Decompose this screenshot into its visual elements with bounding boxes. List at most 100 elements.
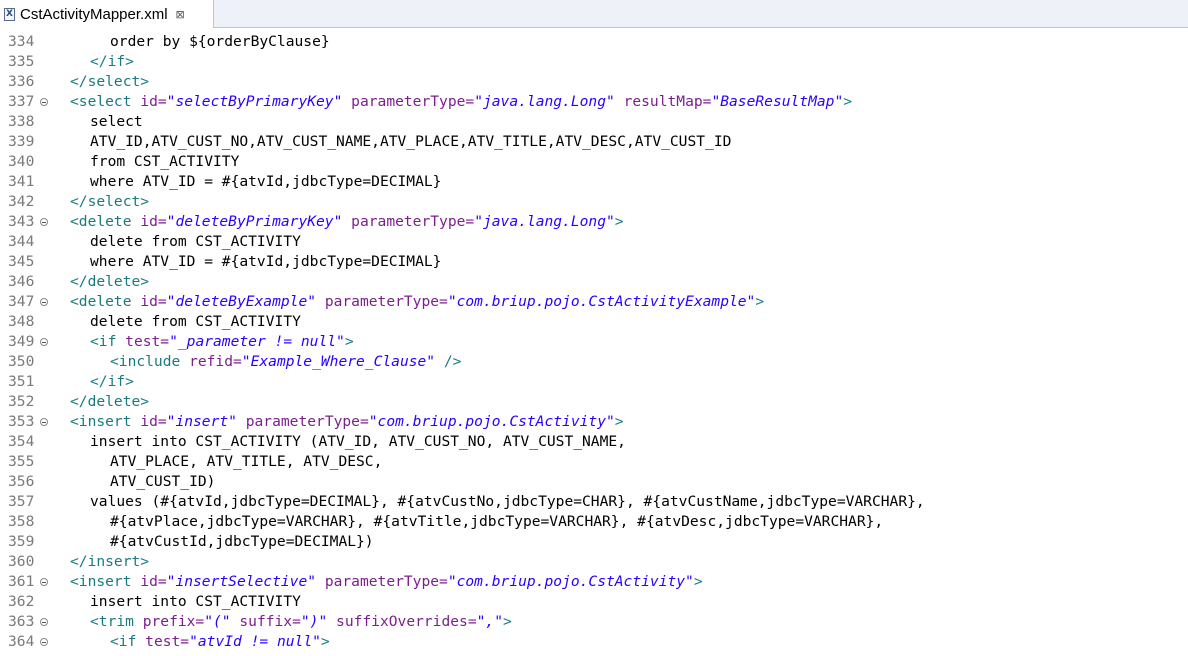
fold-toggle-icon[interactable] xyxy=(40,638,48,646)
code-line[interactable]: 351 </if> xyxy=(0,372,1188,392)
code-token: "(" xyxy=(204,613,231,630)
code-line[interactable]: 335 </if> xyxy=(0,52,1188,72)
code-line[interactable]: 359 #{atvCustId,jdbcType=DECIMAL}) xyxy=(0,532,1188,552)
code-line[interactable]: 353 <insert id="insert" parameterType="co… xyxy=(0,412,1188,432)
line-number: 357 xyxy=(8,493,35,510)
code-text: delete from CST_ACTIVITY xyxy=(90,232,301,252)
code-text: </delete> xyxy=(70,392,149,412)
code-line[interactable]: 355 ATV_PLACE, ATV_TITLE, ATV_DESC, xyxy=(0,452,1188,472)
code-token: id= xyxy=(140,293,167,310)
code-text: </if> xyxy=(90,372,134,392)
code-line[interactable]: 344 delete from CST_ACTIVITY xyxy=(0,232,1188,252)
code-token: "com.briup.pojo.CstActivityExample" xyxy=(447,293,756,310)
code-token: #{atvPlace,jdbcType=VARCHAR}, #{atvTitle… xyxy=(110,513,884,530)
code-token: "insert" xyxy=(166,413,237,430)
code-line[interactable]: 364 <if test="atvId != null"> xyxy=(0,632,1188,652)
code-token: > xyxy=(614,413,624,430)
code-editor[interactable]: 334 order by ${orderByClause} 335 </if> 336 <… xyxy=(0,32,1188,656)
code-token: ")" xyxy=(300,613,328,630)
code-line[interactable]: 343 <delete id="deleteByPrimaryKey" param… xyxy=(0,212,1188,232)
code-token: ATV_CUST_ID) xyxy=(110,473,216,490)
code-token: suffixOverrides= xyxy=(327,613,477,630)
code-line[interactable]: 339 ATV_ID,ATV_CUST_NO,ATV_CUST_NAME,ATV_… xyxy=(0,132,1188,152)
code-line[interactable]: 348 delete from CST_ACTIVITY xyxy=(0,312,1188,332)
code-token: > xyxy=(755,293,765,310)
code-line[interactable]: 356 ATV_CUST_ID) xyxy=(0,472,1188,492)
line-number: 351 xyxy=(8,373,35,390)
line-number: 339 xyxy=(8,133,35,150)
line-number: 335 xyxy=(8,53,35,70)
code-text: values (#{atvId,jdbcType=DECIMAL}, #{atv… xyxy=(90,492,925,512)
code-text: #{atvCustId,jdbcType=DECIMAL}) xyxy=(110,532,374,552)
close-icon[interactable]: ⊠ xyxy=(176,8,185,21)
code-token: /> xyxy=(435,353,462,370)
line-number: 340 xyxy=(8,153,35,170)
code-token: "com.briup.pojo.CstActivity" xyxy=(447,573,694,590)
code-line[interactable]: 346 </delete> xyxy=(0,272,1188,292)
tab-cstactivitymapper[interactable]: X CstActivityMapper.xml ⊠ xyxy=(0,0,214,28)
code-text: </if> xyxy=(90,52,134,72)
code-text: where ATV_ID = #{atvId,jdbcType=DECIMAL} xyxy=(90,172,441,192)
fold-toggle-icon[interactable] xyxy=(40,618,48,626)
code-line[interactable]: 341 where ATV_ID = #{atvId,jdbcType=DECIM… xyxy=(0,172,1188,192)
code-token: <if xyxy=(110,633,146,650)
code-token: "_parameter != null" xyxy=(169,333,345,350)
code-token: refid= xyxy=(189,353,242,370)
fold-toggle-icon[interactable] xyxy=(40,578,48,586)
code-token: </insert> xyxy=(70,553,150,570)
code-token: <if xyxy=(90,333,126,350)
code-line[interactable]: 352 </delete> xyxy=(0,392,1188,412)
code-token: insert into CST_ACTIVITY xyxy=(90,593,301,610)
code-line[interactable]: 340 from CST_ACTIVITY xyxy=(0,152,1188,172)
line-number: 345 xyxy=(8,253,35,270)
code-text: ATV_CUST_ID) xyxy=(110,472,215,492)
code-text: <if test="atvId != null"> xyxy=(110,632,330,652)
code-line[interactable]: 334 order by ${orderByClause} xyxy=(0,32,1188,52)
code-text: where ATV_ID = #{atvId,jdbcType=DECIMAL} xyxy=(90,252,441,272)
code-text: <select id="selectByPrimaryKey" paramete… xyxy=(70,92,852,112)
line-number: 348 xyxy=(8,313,35,330)
fold-toggle-icon[interactable] xyxy=(40,98,48,106)
code-token: "insertSelective" xyxy=(166,573,317,590)
code-text: <delete id="deleteByExample" parameterTy… xyxy=(70,292,764,312)
code-text: <insert id="insert" parameterType="com.b… xyxy=(70,412,624,432)
code-token: > xyxy=(502,613,512,630)
code-line[interactable]: 347 <delete id="deleteByExample" paramete… xyxy=(0,292,1188,312)
code-token: <trim xyxy=(90,613,143,630)
code-line[interactable]: 361 <insert id="insertSelective" paramete… xyxy=(0,572,1188,592)
code-token: id= xyxy=(140,93,167,110)
code-line[interactable]: 354 insert into CST_ACTIVITY (ATV_ID, ATV… xyxy=(0,432,1188,452)
code-line[interactable]: 349 <if test="_parameter != null"> xyxy=(0,332,1188,352)
code-text: insert into CST_ACTIVITY xyxy=(90,592,301,612)
code-token: "selectByPrimaryKey" xyxy=(166,93,343,110)
code-line[interactable]: 360 </insert> xyxy=(0,552,1188,572)
code-token: test= xyxy=(125,333,170,350)
code-line[interactable]: 345 where ATV_ID = #{atvId,jdbcType=DECIM… xyxy=(0,252,1188,272)
code-line[interactable]: 350 <include refid="Example_Where_Clause"… xyxy=(0,352,1188,372)
code-line[interactable]: 358 #{atvPlace,jdbcType=VARCHAR}, #{atvTi… xyxy=(0,512,1188,532)
code-token: > xyxy=(693,573,703,590)
code-token: delete from CST_ACTIVITY xyxy=(90,313,301,330)
code-token: </select> xyxy=(70,193,150,210)
code-line[interactable]: 342 </select> xyxy=(0,192,1188,212)
code-line[interactable]: 338 select xyxy=(0,112,1188,132)
code-token: id= xyxy=(140,573,167,590)
code-token: parameterType= xyxy=(342,213,475,230)
code-token: order by ${orderByClause} xyxy=(110,33,330,50)
code-token: <delete xyxy=(70,213,141,230)
code-line[interactable]: 336 </select> xyxy=(0,72,1188,92)
code-line[interactable]: 337 <select id="selectByPrimaryKey" param… xyxy=(0,92,1188,112)
code-token: "java.lang.Long" xyxy=(474,213,615,230)
line-number: 334 xyxy=(8,33,35,50)
code-line[interactable]: 363 <trim prefix="(" suffix=")" suffixOve… xyxy=(0,612,1188,632)
code-token: id= xyxy=(140,413,167,430)
fold-toggle-icon[interactable] xyxy=(40,418,48,426)
code-line[interactable]: 362 insert into CST_ACTIVITY xyxy=(0,592,1188,612)
fold-toggle-icon[interactable] xyxy=(40,218,48,226)
fold-toggle-icon[interactable] xyxy=(40,298,48,306)
code-line[interactable]: 357 values (#{atvId,jdbcType=DECIMAL}, #{… xyxy=(0,492,1188,512)
fold-toggle-icon[interactable] xyxy=(40,338,48,346)
code-token: resultMap= xyxy=(614,93,712,110)
code-token: prefix= xyxy=(142,613,205,630)
code-text: </select> xyxy=(70,192,149,212)
